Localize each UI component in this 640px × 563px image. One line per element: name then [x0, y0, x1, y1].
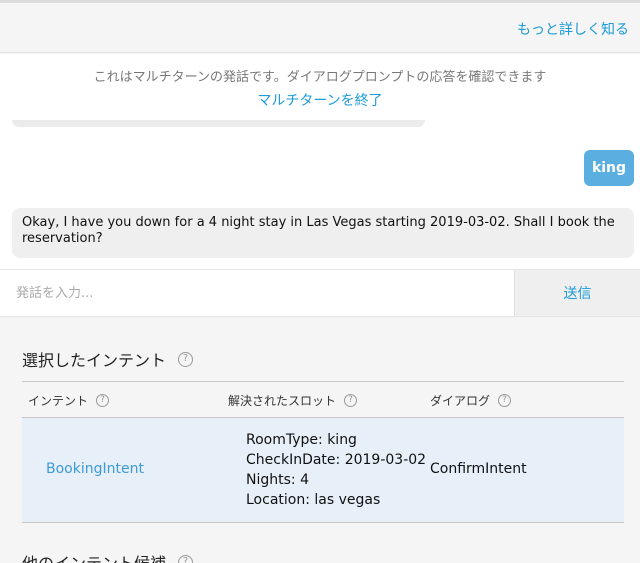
intent-name-link[interactable]: BookingIntent — [46, 461, 144, 477]
user-message-bubble: king — [584, 150, 634, 186]
utterance-input-row: 送信 — [0, 269, 640, 317]
help-icon[interactable]: ? — [178, 554, 194, 563]
help-icon[interactable]: ? — [498, 394, 512, 407]
resolved-slots: RoomType: king CheckInDate: 2019-03-02 N… — [246, 430, 426, 510]
previous-message-bubble — [12, 120, 425, 127]
learn-more-link[interactable]: もっと詳しく知る — [517, 19, 629, 39]
table-row: BookingIntent RoomType: king CheckInDate… — [22, 418, 624, 523]
help-icon[interactable]: ? — [344, 394, 358, 407]
top-bar: もっと詳しく知る — [0, 3, 640, 53]
help-icon[interactable]: ? — [96, 394, 110, 407]
help-icon[interactable]: ? — [178, 351, 194, 367]
column-label: 解決されたスロット — [228, 394, 337, 408]
column-header-intent: インテント ? — [28, 392, 110, 409]
column-header-dialog: ダイアログ ? — [430, 392, 512, 409]
multiturn-notice: これはマルチターンの発話です。ダイアログプロンプトの応答を確認できます — [93, 70, 547, 85]
dialog-state: ConfirmIntent — [430, 461, 527, 477]
other-intents-heading: 他のインテント候補 ? — [22, 550, 194, 563]
end-multiturn-link[interactable]: マルチターンを終了 — [0, 90, 640, 110]
table-header: インテント ? 解決されたスロット ? ダイアログ ? — [22, 382, 624, 418]
slot-item: CheckInDate: 2019-03-02 — [246, 452, 427, 468]
slot-item: Location: las vegas — [246, 492, 381, 508]
bot-message-bubble: Okay, I have you down for a 4 night stay… — [12, 208, 634, 258]
column-label: ダイアログ — [430, 394, 491, 408]
slot-item: RoomType: king — [246, 432, 357, 448]
selected-intent-title: 選択したインテント — [22, 351, 167, 370]
send-button[interactable]: 送信 — [514, 270, 640, 316]
chat-panel: これはマルチターンの発話です。ダイアログプロンプトの応答を確認できます マルチタ… — [0, 54, 640, 269]
slot-item: Nights: 4 — [246, 472, 309, 488]
column-label: インテント — [28, 394, 89, 408]
utterance-input[interactable] — [0, 270, 514, 316]
selected-intent-heading: 選択したインテント ? — [22, 347, 194, 371]
column-header-slots: 解決されたスロット ? — [228, 392, 358, 409]
other-intents-title: 他のインテント候補 — [22, 550, 166, 563]
selected-intent-table: インテント ? 解決されたスロット ? ダイアログ ? BookingInten… — [22, 381, 624, 523]
